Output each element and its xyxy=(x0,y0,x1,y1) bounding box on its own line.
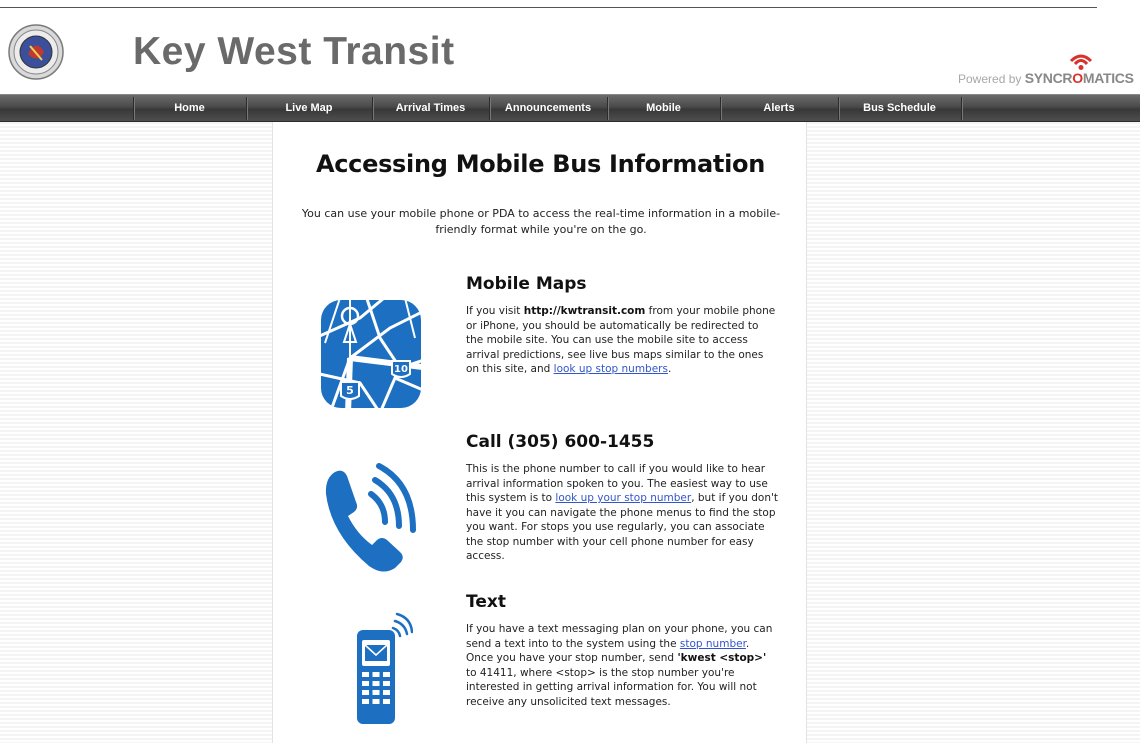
look-up-your-stop-number-link[interactable]: look up your stop number xyxy=(555,492,691,504)
nav-home[interactable]: Home xyxy=(133,95,246,121)
kwest-command: 'kwest <stop>' xyxy=(677,652,767,664)
nav-arrival-times[interactable]: Arrival Times xyxy=(372,95,489,121)
nav-alerts[interactable]: Alerts xyxy=(720,95,838,121)
call-heading: Call (305) 600-1455 xyxy=(466,432,655,452)
phone-icon xyxy=(325,463,416,572)
nav-bus-schedule[interactable]: Bus Schedule xyxy=(838,95,961,121)
main-content: Accessing Mobile Bus Information You can… xyxy=(272,122,807,743)
text-message-phone-icon xyxy=(357,612,413,724)
syncromatics-signal-icon xyxy=(1069,54,1093,70)
site-title[interactable]: Key West Transit xyxy=(133,30,455,74)
nav-announcements[interactable]: Announcements xyxy=(489,95,607,121)
nav-mobile[interactable]: Mobile xyxy=(607,95,720,121)
mobile-maps-icon: 10 5 xyxy=(321,300,421,408)
mobile-maps-heading: Mobile Maps xyxy=(466,274,587,294)
look-up-stop-numbers-link[interactable]: look up stop numbers xyxy=(554,363,668,375)
mobile-maps-text: If you visit http://kwtransit.com from y… xyxy=(466,305,776,375)
city-seal-icon[interactable] xyxy=(8,24,64,80)
syncromatics-logo: SYNCROMATICS xyxy=(1024,70,1134,86)
stop-number-link[interactable]: stop number xyxy=(680,638,746,650)
main-nav: Home Live Map Arrival Times Announcement… xyxy=(0,94,1140,122)
text-section-text: If you have a text messaging plan on you… xyxy=(466,623,773,708)
left-background xyxy=(0,122,272,743)
powered-by-label: Powered by xyxy=(958,72,1022,86)
svg-text:5: 5 xyxy=(346,384,354,397)
intro-text: You can use your mobile phone or PDA to … xyxy=(301,207,781,236)
powered-by[interactable]: Powered by SYNCROMATICS xyxy=(958,70,1134,86)
svg-text:10: 10 xyxy=(394,364,408,375)
header: Key West Transit Powered by SYNCROMATICS xyxy=(0,0,1140,92)
right-background xyxy=(807,122,1140,743)
call-text: This is the phone number to call if you … xyxy=(466,463,778,562)
kwtransit-url: http://kwtransit.com xyxy=(523,305,646,317)
page-title: Accessing Mobile Bus Information xyxy=(315,150,766,178)
nav-separator xyxy=(961,97,962,120)
text-heading: Text xyxy=(466,592,506,612)
nav-live-map[interactable]: Live Map xyxy=(246,95,372,121)
